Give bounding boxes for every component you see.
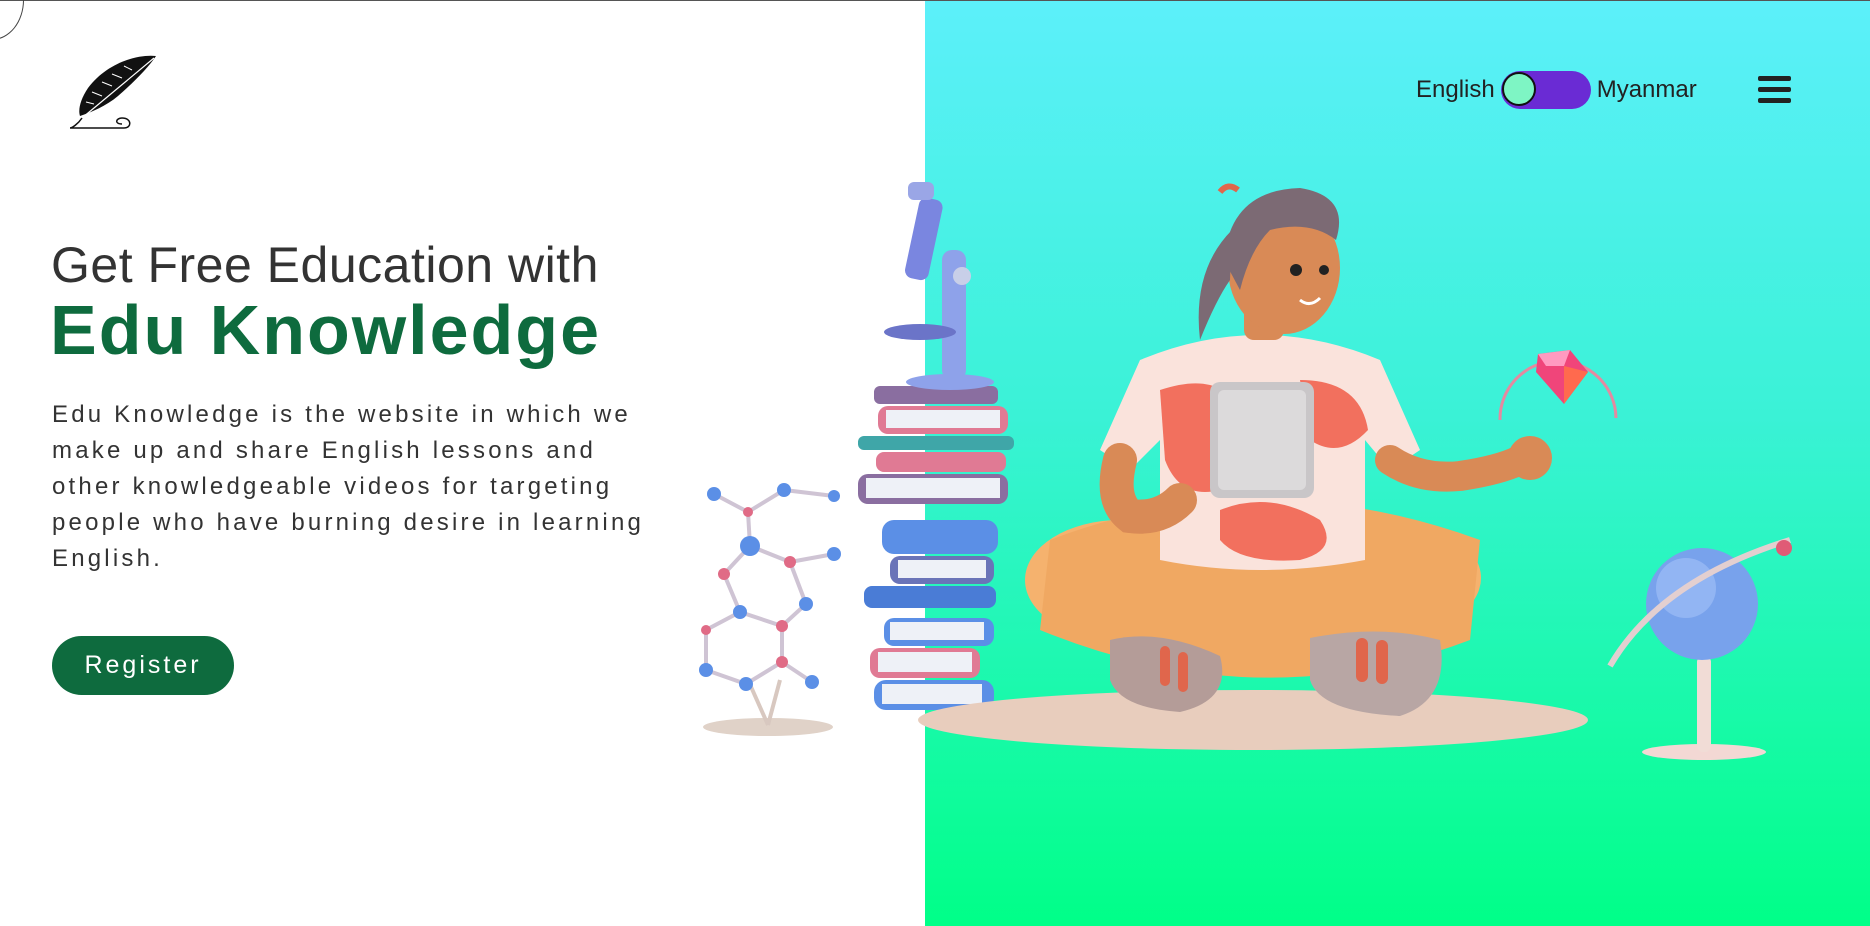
student-with-tablet-illustration xyxy=(699,182,1792,760)
girl-character xyxy=(1025,183,1552,716)
hamburger-menu-icon[interactable] xyxy=(1758,76,1791,106)
landing-page: English Myanmar Get Free Education with … xyxy=(0,0,1870,926)
toggle-knob xyxy=(1501,72,1536,106)
molecule-model xyxy=(699,483,841,736)
planet-globe xyxy=(1607,537,1792,760)
myanmar-label[interactable]: Myanmar xyxy=(1597,76,1697,104)
language-toggle[interactable] xyxy=(1500,71,1591,109)
hero-headline: Get Free Education with xyxy=(51,237,599,293)
book-stack xyxy=(858,182,1014,710)
english-label[interactable]: English xyxy=(1416,76,1495,104)
floor-disc xyxy=(918,690,1588,750)
brand-title: Edu Knowledge xyxy=(50,291,601,369)
register-button[interactable]: Register xyxy=(52,636,234,695)
hero-description: Edu Knowledge is the website in which we… xyxy=(52,401,645,572)
gem-icon xyxy=(1498,350,1618,421)
language-switch: English Myanmar xyxy=(1416,70,1697,110)
corner-decoration xyxy=(0,0,24,40)
quill-feather-icon[interactable] xyxy=(66,52,162,132)
